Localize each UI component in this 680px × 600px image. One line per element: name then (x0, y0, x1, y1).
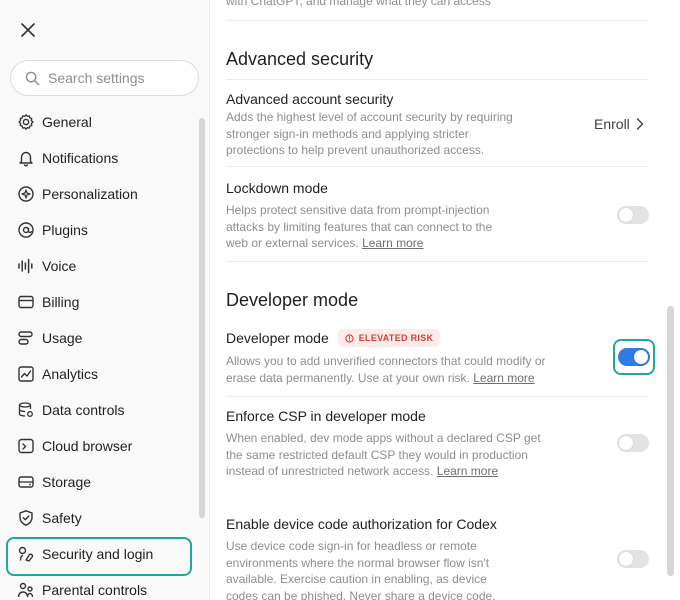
usage-bars-icon (18, 331, 33, 345)
developer-mode-learn-more-link[interactable]: Learn more (473, 371, 534, 385)
content-scrollbar[interactable] (667, 306, 674, 576)
sidebar-item-plugins[interactable]: Plugins (0, 212, 200, 248)
toggle-knob (619, 208, 633, 222)
sidebar-item-label: Personalization (42, 186, 138, 202)
warning-circle-icon (345, 333, 354, 343)
sidebar-item-label: Notifications (42, 150, 119, 166)
settings-content: with ChatGPT, and manage what they can a… (211, 0, 680, 600)
elevated-risk-badge: ELEVATED RISK (337, 329, 441, 347)
device-code-auth-toggle[interactable] (617, 550, 649, 568)
developer-mode-toggle[interactable] (618, 348, 650, 366)
sidebar-item-label: Plugins (42, 222, 88, 238)
sidebar-item-label: Analytics (42, 366, 99, 382)
lockdown-mode-toggle[interactable] (617, 206, 649, 224)
close-icon (21, 23, 35, 37)
sparkle-circle-icon (18, 186, 34, 202)
sidebar-item-personalization[interactable]: Personalization (0, 176, 200, 212)
sidebar-scrollbar[interactable] (199, 118, 205, 518)
chevron-right-icon (636, 118, 643, 130)
divider (226, 495, 648, 496)
divider (226, 261, 648, 262)
enroll-label: Enroll (594, 116, 630, 132)
search-icon (25, 71, 40, 85)
sidebar-item-label: Safety (42, 510, 82, 526)
sidebar-item-label: Storage (42, 474, 92, 490)
sidebar-item-cloud-browser[interactable]: Cloud browser (0, 428, 200, 464)
settings-nav: General Notifications Personalization Pl… (0, 104, 200, 600)
sidebar-item-voice[interactable]: Voice (0, 248, 200, 284)
divider (226, 320, 648, 321)
sidebar-item-usage[interactable]: Usage (0, 320, 200, 356)
waveform-icon (18, 258, 33, 274)
sidebar-item-billing[interactable]: Billing (0, 284, 200, 320)
divider (226, 166, 648, 167)
sidebar-item-label: Cloud browser (42, 438, 133, 454)
sidebar-item-notifications[interactable]: Notifications (0, 140, 200, 176)
sidebar-item-label: Billing (42, 294, 80, 310)
sidebar-item-security-and-login[interactable]: Security and login (0, 536, 200, 576)
search-input[interactable] (48, 70, 188, 86)
divider (226, 20, 648, 21)
sidebar-item-label: Security and login (42, 546, 154, 562)
device-code-auth-description: Use device code sign-in for headless or … (226, 539, 496, 600)
sidebar-item-data-controls[interactable]: Data controls (0, 392, 200, 428)
sidebar-item-label: Voice (42, 258, 77, 274)
developer-mode-description: Allows you to add unverified connectors … (226, 354, 546, 385)
lockdown-mode-description: Helps protect sensitive data from prompt… (226, 203, 493, 250)
advanced-account-security-title: Advanced account security (226, 91, 394, 107)
enroll-button[interactable]: Enroll (594, 116, 644, 132)
sidebar-item-label: Usage (42, 330, 83, 346)
toggle-knob (619, 552, 633, 566)
settings-sidebar: General Notifications Personalization Pl… (0, 0, 210, 600)
section-title-developer-mode: Developer mode (226, 290, 359, 310)
lockdown-mode-title: Lockdown mode (226, 180, 328, 196)
storage-drive-icon (18, 476, 34, 488)
gear-icon (18, 114, 34, 130)
shield-check-icon (19, 510, 33, 526)
database-gear-icon (18, 402, 33, 417)
enforce-csp-description: When enabled, dev mode apps without a de… (226, 431, 541, 478)
developer-mode-title: Developer mode (226, 330, 329, 346)
previous-row-description: with ChatGPT, and manage what they can a… (226, 0, 491, 8)
search-box[interactable] (10, 60, 199, 96)
lock-icon (18, 546, 34, 562)
sidebar-item-safety[interactable]: Safety (0, 500, 200, 536)
sidebar-item-parental-controls[interactable]: Parental controls (0, 572, 200, 600)
sidebar-item-label: Data controls (42, 402, 125, 418)
sidebar-item-storage[interactable]: Storage (0, 464, 200, 500)
developer-mode-row-title: Developer mode ELEVATED RISK (226, 329, 441, 347)
lockdown-learn-more-link[interactable]: Learn more (362, 236, 423, 250)
bell-icon (19, 151, 33, 167)
divider (226, 396, 648, 397)
sidebar-item-analytics[interactable]: Analytics (0, 356, 200, 392)
divider (226, 79, 648, 80)
sidebar-item-label: Parental controls (42, 582, 148, 598)
toggle-knob (619, 436, 633, 450)
enforce-csp-title: Enforce CSP in developer mode (226, 408, 426, 424)
browser-icon (18, 438, 34, 454)
toggle-knob (634, 350, 648, 364)
chart-line-icon (18, 366, 34, 382)
advanced-account-security-description: Adds the highest level of account securi… (226, 110, 513, 157)
close-button[interactable] (16, 18, 40, 42)
at-circle-icon (18, 222, 34, 238)
sidebar-item-label: General (42, 114, 92, 130)
device-code-auth-title: Enable device code authorization for Cod… (226, 516, 497, 532)
family-icon (17, 582, 34, 598)
sidebar-item-general[interactable]: General (0, 104, 200, 140)
credit-card-icon (18, 295, 34, 309)
enforce-csp-toggle[interactable] (617, 434, 649, 452)
enforce-csp-learn-more-link[interactable]: Learn more (437, 464, 498, 478)
section-title-advanced-security: Advanced security (226, 49, 374, 69)
